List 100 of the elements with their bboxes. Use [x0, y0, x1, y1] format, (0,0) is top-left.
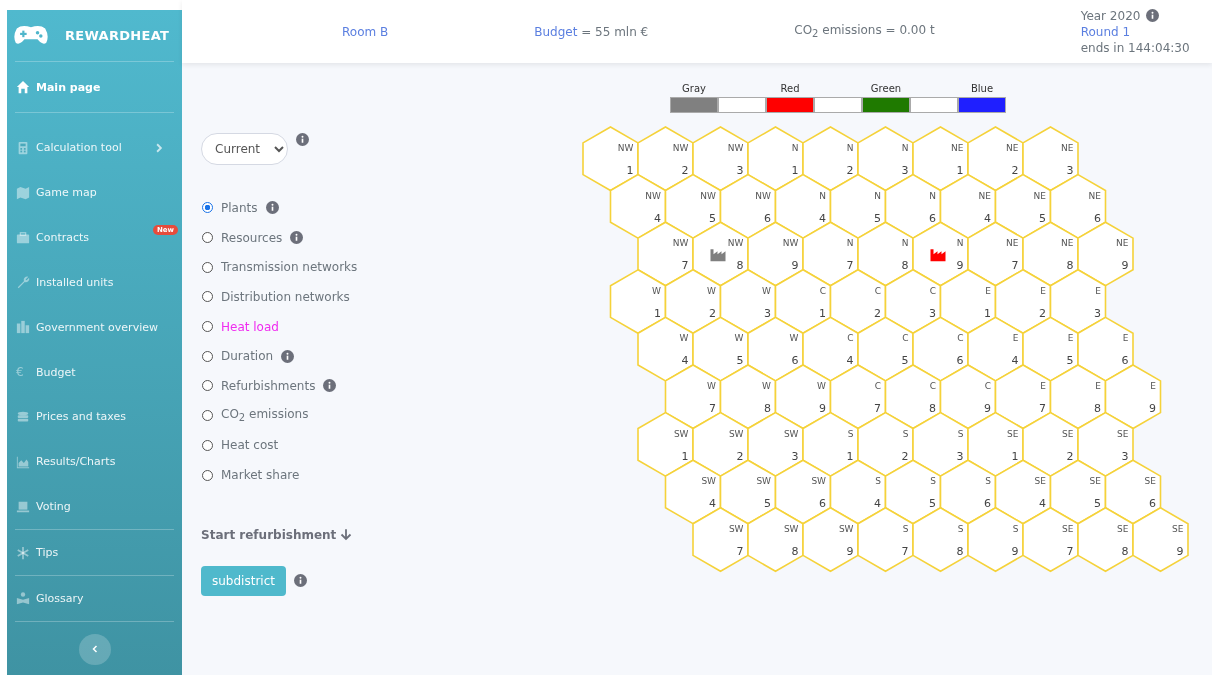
nav-item[interactable]: Game map: [7, 170, 182, 216]
hex-tile[interactable]: [884, 173, 942, 240]
hex-tile[interactable]: [582, 126, 639, 192]
hex-tile[interactable]: [747, 221, 804, 287]
nav-item[interactable]: Results/Charts: [7, 439, 182, 485]
hex-tile[interactable]: [994, 459, 1052, 525]
hex-tile[interactable]: [664, 364, 722, 430]
hex-tile[interactable]: [719, 364, 777, 430]
hex-tile[interactable]: [857, 126, 914, 192]
nav-item[interactable]: Voting: [7, 484, 182, 530]
subdistrict-button[interactable]: subdistrict: [201, 565, 286, 596]
hex-tile[interactable]: [747, 316, 804, 382]
hex-tile[interactable]: [884, 459, 942, 525]
hex-tile[interactable]: [857, 506, 914, 573]
option-label[interactable]: Plants: [221, 200, 258, 215]
hex-tile[interactable]: [1104, 459, 1162, 525]
collapse-button[interactable]: [78, 633, 111, 665]
hex-tile[interactable]: [1022, 411, 1079, 478]
hex-tile[interactable]: [1049, 268, 1107, 335]
option-label[interactable]: Resources: [221, 230, 283, 245]
hex-tile[interactable]: [1077, 506, 1134, 573]
nav-item[interactable]: Calculation tool: [7, 125, 182, 171]
radio-button[interactable]: [202, 232, 213, 244]
nav-item[interactable]: Glossary: [7, 575, 182, 621]
hex-tile[interactable]: [664, 268, 722, 335]
radio-button[interactable]: [202, 291, 213, 303]
hex-tile[interactable]: [967, 126, 1024, 192]
hex-tile[interactable]: [912, 126, 969, 192]
hex-tile[interactable]: [994, 268, 1052, 335]
hex-tile[interactable]: [802, 316, 859, 382]
hex-tile[interactable]: [829, 268, 887, 335]
radio-button[interactable]: [202, 439, 213, 451]
hex-tile[interactable]: [664, 459, 722, 525]
hex-tile[interactable]: [664, 173, 722, 240]
radio-button[interactable]: [202, 321, 213, 333]
hex-tile[interactable]: [1022, 316, 1079, 382]
hex-tile[interactable]: [747, 126, 804, 192]
nav-item[interactable]: Prices and taxes: [7, 394, 182, 440]
hex-tile[interactable]: [1077, 221, 1134, 287]
hex-tile[interactable]: [912, 411, 969, 478]
option-label[interactable]: Transmission networks: [221, 260, 358, 275]
nav-item[interactable]: Main page: [7, 61, 182, 113]
hex-tile[interactable]: [719, 173, 777, 240]
hex-tile[interactable]: [747, 506, 804, 573]
hex-tile[interactable]: [692, 126, 749, 192]
budget-link[interactable]: Budget: [534, 24, 578, 39]
radio-button[interactable]: [202, 350, 213, 362]
hex-tile[interactable]: [774, 173, 832, 240]
hex-tile[interactable]: [1049, 459, 1107, 525]
hex-tile[interactable]: [939, 364, 997, 430]
hex-tile[interactable]: [1077, 411, 1134, 478]
hex-tile[interactable]: [829, 173, 887, 240]
radio-button[interactable]: [202, 202, 213, 214]
hex-tile[interactable]: [802, 221, 859, 287]
hex-tile[interactable]: [1077, 316, 1134, 382]
hex-tile[interactable]: [857, 221, 914, 287]
hex-tile[interactable]: [637, 221, 694, 287]
option-label[interactable]: Distribution networks: [221, 289, 350, 304]
nav-item[interactable]: Government overview: [7, 304, 182, 350]
hex-tile[interactable]: [609, 268, 667, 335]
nav-item[interactable]: Tips: [7, 530, 182, 575]
hex-tile[interactable]: [829, 459, 887, 525]
option-label[interactable]: Heat load: [221, 319, 279, 334]
hex-tile[interactable]: [692, 411, 749, 478]
hex-tile[interactable]: [994, 364, 1052, 430]
hex-tile[interactable]: [939, 173, 997, 240]
hex-tile[interactable]: [719, 268, 777, 335]
hex-tile[interactable]: [912, 316, 969, 382]
hex-tile[interactable]: [884, 364, 942, 430]
option-label[interactable]: Refurbishments: [221, 378, 316, 393]
hex-tile[interactable]: [637, 411, 694, 478]
hex-tile[interactable]: [1049, 364, 1107, 430]
hex-tile[interactable]: [857, 316, 914, 382]
hex-tile[interactable]: [1049, 173, 1107, 240]
hex-tile[interactable]: [719, 459, 777, 525]
hex-tile[interactable]: [637, 316, 694, 382]
hex-tile[interactable]: [692, 506, 749, 573]
option-label[interactable]: Heat cost: [221, 438, 279, 453]
hex-tile[interactable]: [609, 173, 667, 240]
hex-tile[interactable]: [747, 411, 804, 478]
hex-tile[interactable]: [1132, 506, 1189, 573]
room-link[interactable]: Room B: [342, 24, 389, 39]
hex-tile[interactable]: [1022, 221, 1079, 287]
option-label[interactable]: Duration: [221, 349, 274, 364]
hex-tile[interactable]: [637, 126, 694, 192]
hex-tile[interactable]: [967, 316, 1024, 382]
hex-tile[interactable]: [994, 173, 1052, 240]
option-label[interactable]: Market share: [221, 468, 300, 483]
nav-item[interactable]: Installed units: [7, 259, 182, 305]
hex-tile[interactable]: [802, 506, 859, 573]
hex-tile[interactable]: [939, 459, 997, 525]
radio-button[interactable]: [202, 469, 213, 481]
hex-tile[interactable]: [884, 268, 942, 335]
hex-tile[interactable]: [774, 268, 832, 335]
hex-tile[interactable]: [857, 411, 914, 478]
hex-tile[interactable]: [967, 506, 1024, 573]
radio-button[interactable]: [202, 410, 213, 422]
hex-tile[interactable]: [967, 221, 1024, 287]
hex-tile[interactable]: [912, 506, 969, 573]
hex-tile[interactable]: [802, 126, 859, 192]
